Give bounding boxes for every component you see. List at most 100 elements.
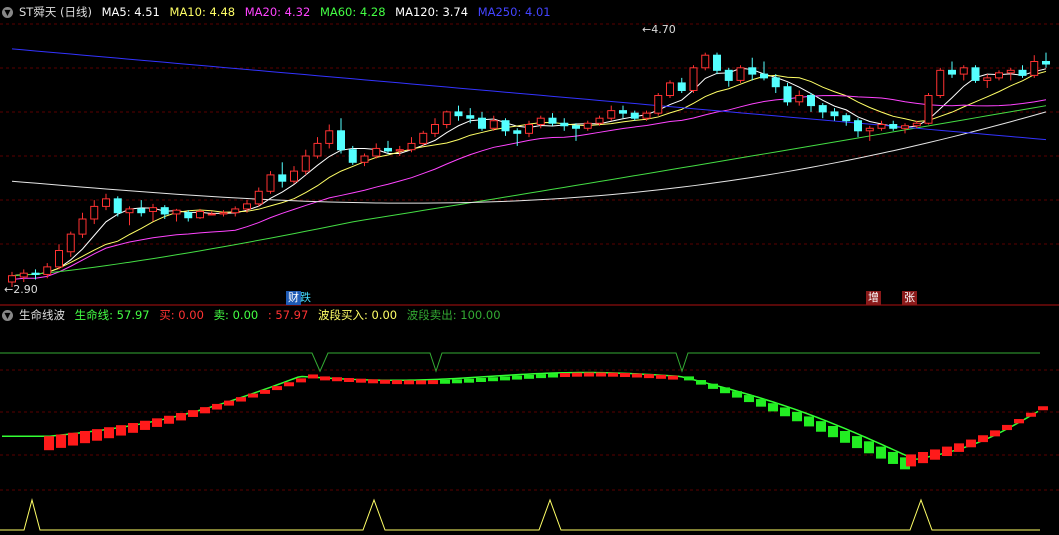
life-block (876, 446, 886, 459)
candle-body (207, 213, 216, 216)
life-block (452, 379, 462, 384)
candle-body (266, 174, 275, 192)
life-block (608, 372, 618, 377)
candle-body (431, 124, 439, 134)
high-price-value: 4.70 (651, 23, 676, 36)
life-block (1002, 424, 1012, 431)
candle-body (959, 67, 968, 75)
candle-body (983, 77, 992, 81)
candle-body (924, 95, 933, 124)
candle-body (865, 127, 874, 132)
life-block (512, 375, 522, 380)
candle-body (290, 170, 298, 182)
candle-body (407, 142, 416, 151)
life-block (572, 372, 582, 377)
life-block (56, 434, 66, 448)
candle-body (736, 67, 745, 81)
life-block (816, 421, 826, 432)
life-block (164, 415, 174, 424)
life-block (888, 451, 898, 464)
life-block (644, 374, 654, 379)
life-block (978, 435, 988, 443)
life-block (560, 373, 570, 378)
candle-body (196, 210, 204, 219)
candle-body (701, 54, 710, 69)
candle-body (113, 198, 122, 214)
candle-body (936, 69, 945, 97)
candle-body (301, 155, 310, 172)
band-buy-label: 波段买入: 0.00 (317, 308, 398, 322)
life-block (906, 454, 916, 467)
candle-body (595, 117, 604, 124)
collapse-icon[interactable]: ▼ (2, 310, 13, 321)
life-block (404, 380, 414, 385)
candle-body (419, 132, 428, 144)
candle-body (783, 86, 792, 103)
band-sell-label: 波段卖出: 100.00 (406, 308, 501, 322)
candle-body (572, 125, 580, 129)
candle-body (102, 198, 110, 207)
life-block (684, 376, 694, 381)
candle-body (55, 250, 63, 268)
candle-body (501, 120, 510, 132)
life-block (864, 441, 874, 454)
candle-body (137, 208, 146, 214)
life-block (668, 375, 678, 380)
candle-body (560, 122, 569, 127)
life-block (918, 452, 928, 464)
life-block (744, 395, 754, 403)
life-block (966, 439, 976, 448)
candle-body (90, 205, 99, 220)
candle-body (149, 207, 157, 212)
life-block (284, 382, 294, 387)
life-block (44, 436, 54, 451)
ma20-label: MA20: 4.32 (244, 5, 311, 19)
life-block (804, 416, 814, 427)
life-block (140, 420, 150, 430)
candle-body (818, 105, 827, 113)
life-block (720, 387, 730, 394)
candle-body (184, 212, 193, 219)
candle-body (125, 208, 134, 214)
candle-body (971, 67, 980, 81)
candle-body (1042, 61, 1050, 65)
collapse-icon[interactable]: ▼ (2, 7, 13, 18)
life-block (104, 427, 114, 439)
candle-body (548, 117, 557, 124)
candle-body (489, 120, 498, 129)
life-block (930, 449, 940, 460)
candle-body (889, 124, 898, 129)
life-block (92, 429, 102, 441)
life-block (332, 377, 342, 382)
candle-body (478, 117, 486, 129)
life-block (852, 436, 862, 449)
tag-die[interactable]: 跌 (298, 291, 313, 305)
candle-body (948, 69, 956, 75)
tag-zhang[interactable]: 张 (902, 291, 917, 305)
low-price-value: 2.90 (13, 283, 38, 296)
life-block (792, 411, 802, 422)
indicator-legend: ▼ 生命线波 生命线: 57.97 买: 0.00 卖: 0.00 : 57.97… (0, 307, 507, 323)
life-line-label: 生命线: 57.97 (74, 308, 150, 322)
life-block (440, 379, 450, 384)
ma10-label: MA10: 4.48 (169, 5, 236, 19)
life-block (152, 418, 162, 427)
candle-body (513, 130, 522, 134)
candle-body (395, 149, 404, 152)
life-block (308, 374, 318, 379)
candle-body (760, 73, 768, 79)
candle-body (66, 233, 75, 253)
candle-body (713, 54, 721, 71)
candle-body (337, 130, 345, 151)
high-price-label: ←4.70 (640, 23, 678, 37)
life-block (954, 443, 964, 452)
life-block (464, 378, 474, 383)
life-block (380, 379, 390, 384)
ma10-line (11, 70, 1047, 277)
ma120-label: MA120: 3.74 (395, 5, 469, 19)
life-block (620, 373, 630, 378)
candle-body (254, 190, 263, 205)
tag-zeng[interactable]: 增 (866, 291, 881, 305)
candle-body (466, 115, 475, 119)
candle-body (348, 149, 357, 163)
